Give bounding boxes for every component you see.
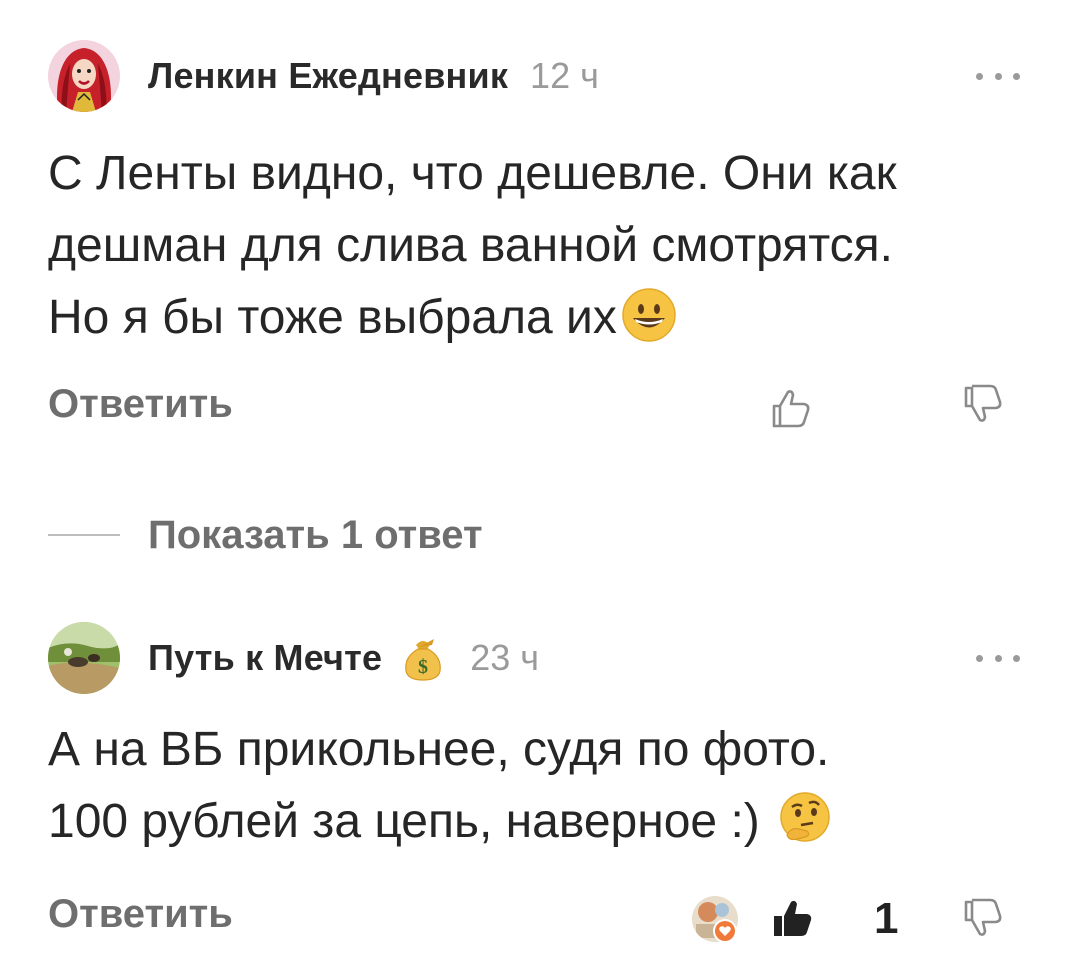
more-options-icon[interactable] — [976, 66, 1020, 86]
svg-text:$: $ — [418, 656, 428, 678]
dislike-icon[interactable] — [960, 894, 1008, 942]
show-replies-label: Показать 1 ответ — [148, 512, 483, 557]
comment-line: С Ленты видно, что дешевле. Они как — [48, 147, 897, 200]
money-bag-icon: $ — [405, 639, 442, 681]
author-avatar[interactable] — [48, 40, 120, 112]
author-name[interactable]: Путь к Мечте — [148, 637, 382, 679]
show-replies-button[interactable]: Показать 1 ответ — [48, 500, 483, 570]
comment-line-text: 100 рублей за цепь, наверное :) — [48, 795, 760, 848]
comment-text: С Ленты видно, что дешевле. Они как дешм… — [48, 138, 1048, 354]
like-icon-filled[interactable] — [768, 894, 816, 942]
heart-reaction-icon — [713, 919, 737, 943]
like-icon[interactable] — [766, 384, 814, 432]
comment-time: 12 ч — [530, 55, 599, 96]
reply-button[interactable]: Ответить — [48, 382, 233, 427]
reply-button[interactable]: Ответить — [48, 892, 233, 937]
comment-line-last: 100 рублей за цепь, наверное :) — [48, 786, 1048, 858]
comment-line-text: Но я бы тоже выбрала их — [48, 291, 617, 344]
comment-text: А на ВБ прикольнее, судя по фото. 100 ру… — [48, 714, 1048, 858]
comment-header: Ленкин Ежедневник 12 ч — [48, 36, 599, 116]
comment-line: дешман для слива ванной смотрятся. — [48, 219, 893, 272]
thinking-face-icon — [780, 792, 830, 842]
comment-line: А на ВБ прикольнее, судя по фото. — [48, 723, 830, 776]
like-count: 1 — [874, 894, 899, 943]
comment-line-last: Но я бы тоже выбрала их — [48, 282, 1048, 354]
author-name[interactable]: Ленкин Ежедневник — [148, 55, 508, 97]
divider — [48, 534, 120, 536]
more-options-icon[interactable] — [976, 648, 1020, 668]
grinning-face-icon — [622, 288, 676, 342]
dislike-icon[interactable] — [960, 380, 1008, 428]
author-avatar[interactable] — [48, 622, 120, 694]
comment-time: 23 ч — [470, 637, 539, 678]
comment-header: Путь к Мечте $ 23 ч — [48, 618, 539, 698]
